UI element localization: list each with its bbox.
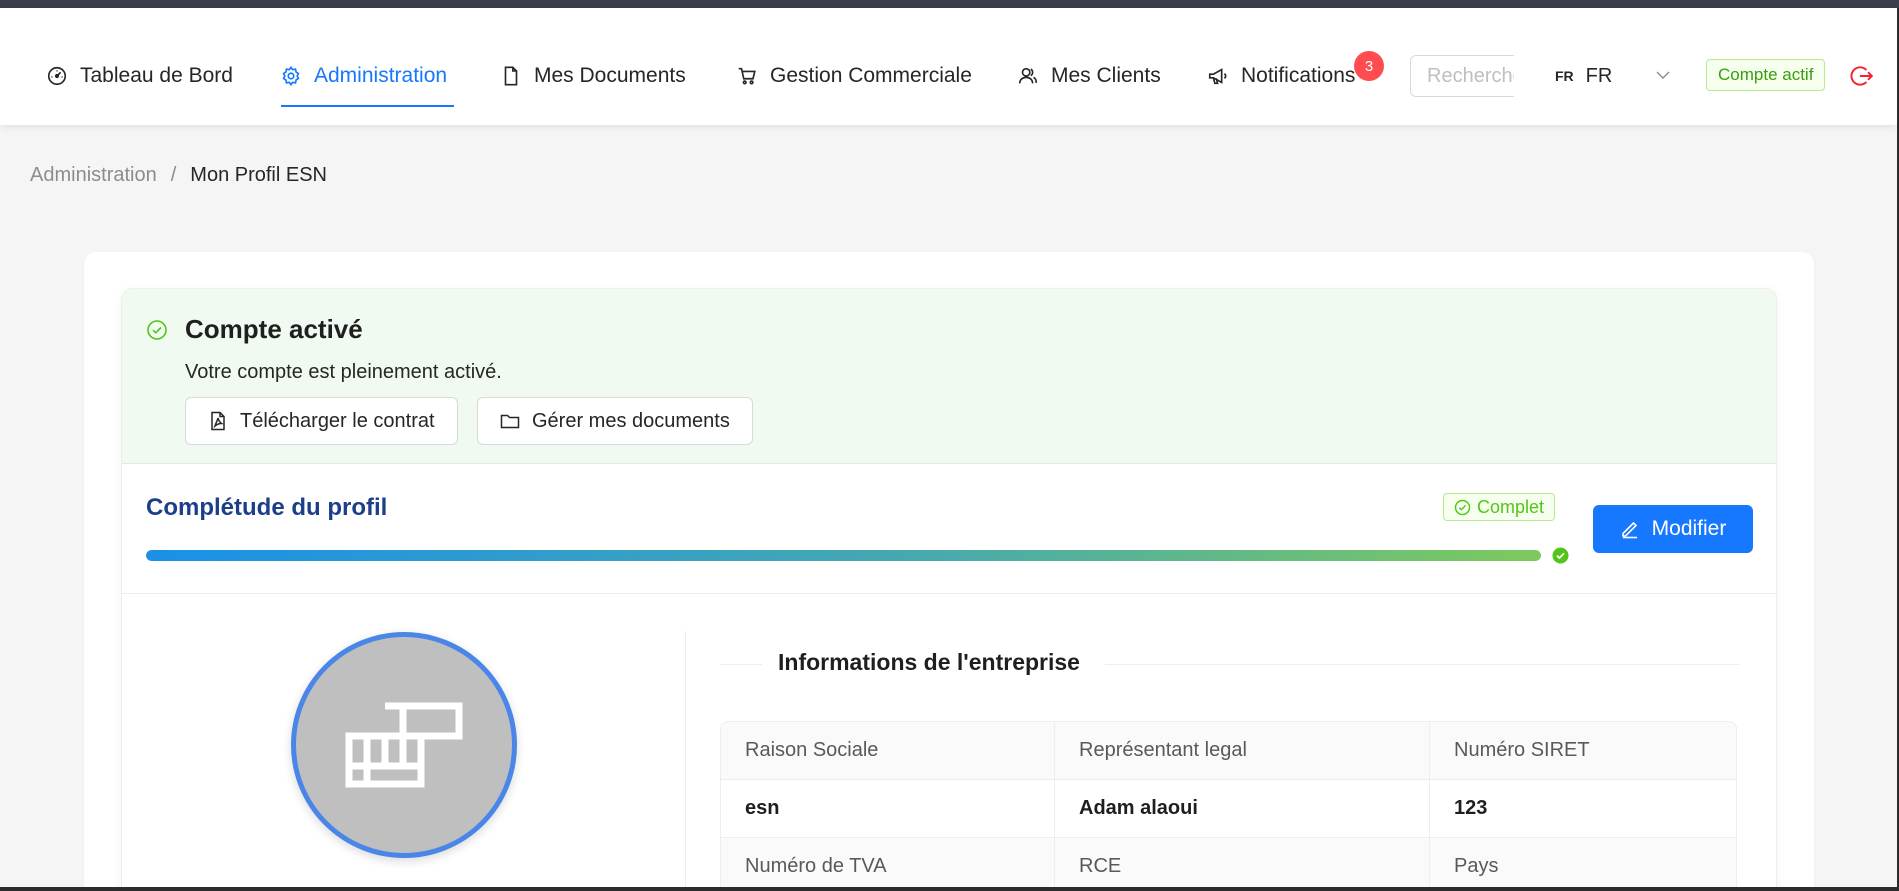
download-contract-button[interactable]: Télécharger le contrat <box>185 397 458 445</box>
profile-progress-bar <box>146 550 1541 561</box>
check-circle-icon <box>1454 499 1471 515</box>
table-value-cell: Adam alaoui <box>1055 780 1430 837</box>
profile-completion-section: Complétude du profil Complet <box>122 464 1776 594</box>
edit-profile-label: Modifier <box>1651 517 1727 540</box>
profile-complete-badge: Complet <box>1443 493 1556 521</box>
language-code: FR <box>1555 68 1574 84</box>
account-status-badge: Compte actif <box>1706 59 1826 91</box>
nav-item-commercial[interactable]: Gestion Commerciale <box>736 58 972 94</box>
manage-documents-button[interactable]: Gérer mes documents <box>477 397 753 445</box>
folder-icon <box>500 414 520 429</box>
nav-item-label: Administration <box>314 64 448 87</box>
profile-completion-title: Complétude du profil <box>146 494 388 521</box>
edit-profile-button[interactable]: Modifier <box>1593 505 1753 553</box>
table-header-cell: RCE <box>1055 838 1430 891</box>
divider-line <box>720 664 762 665</box>
company-info-table: Raison Sociale Représentant legal Numéro… <box>720 721 1737 891</box>
table-header-row: Numéro de TVA RCE Pays <box>721 838 1736 891</box>
vertical-divider <box>685 631 686 891</box>
company-info-header: Informations de l'entreprise <box>720 649 1740 679</box>
dashboard-icon <box>47 66 67 86</box>
breadcrumb: Administration / Mon Profil ESN <box>30 164 327 187</box>
nav-item-notifications[interactable]: Notifications <box>1207 58 1355 94</box>
company-info-title: Informations de l'entreprise <box>778 649 1080 675</box>
active-tab-indicator <box>281 105 454 107</box>
nav-item-documents[interactable]: Mes Documents <box>500 58 686 94</box>
company-logo-avatar[interactable] <box>291 632 517 858</box>
nav-item-administration[interactable]: Administration <box>280 58 447 94</box>
table-header-cell: Raison Sociale <box>721 722 1055 779</box>
alert-description: Votre compte est pleinement activé. <box>185 361 502 383</box>
table-value-cell: esn <box>721 780 1055 837</box>
table-header-cell: Numéro SIRET <box>1454 739 1590 761</box>
table-header-cell: Représentant legal <box>1055 722 1430 779</box>
breadcrumb-current: Mon Profil ESN <box>190 164 327 186</box>
logout-icon[interactable] <box>1848 63 1874 89</box>
top-navbar: Tableau de Bord Administration Mes Docum… <box>0 8 1897 125</box>
profile-card: Compte activé Votre compte est pleinemen… <box>121 288 1777 891</box>
nav-item-clients[interactable]: Mes Clients <box>1017 58 1161 94</box>
megaphone-icon <box>1208 68 1227 85</box>
nav-item-label: Tableau de Bord <box>80 64 233 87</box>
window-top-bar <box>0 0 1899 8</box>
account-activated-alert: Compte activé Votre compte est pleinemen… <box>122 289 1776 464</box>
nav-item-label: Mes Documents <box>534 64 686 87</box>
placeholder-logo-icon <box>345 702 463 788</box>
profile-progress-fill <box>146 550 1541 561</box>
chevron-down-icon[interactable] <box>1654 66 1672 84</box>
nav-item-label: Gestion Commerciale <box>770 64 972 87</box>
window-bottom-edge <box>0 887 1899 891</box>
table-value-row: esn Adam alaoui 123 <box>721 780 1736 838</box>
search-input[interactable]: Rechercher <box>1410 55 1514 97</box>
divider-line <box>1105 664 1740 665</box>
table-header-row: Raison Sociale Représentant legal Numéro… <box>721 722 1736 780</box>
table-header-cell: Numéro de TVA <box>721 838 1055 891</box>
file-icon <box>504 66 518 86</box>
gear-icon <box>282 65 300 87</box>
download-contract-label: Télécharger le contrat <box>240 409 435 432</box>
manage-documents-label: Gérer mes documents <box>532 409 730 432</box>
nav-item-label: Notifications <box>1241 64 1356 87</box>
edit-icon <box>1621 521 1637 539</box>
users-icon <box>1018 67 1038 84</box>
table-value-cell: 123 <box>1454 797 1488 819</box>
nav-item-dashboard[interactable]: Tableau de Bord <box>46 58 233 94</box>
nav-item-label: Mes Clients <box>1051 64 1161 87</box>
table-header-cell: Pays <box>1454 855 1499 877</box>
alert-title: Compte activé <box>185 314 363 344</box>
pdf-file-icon <box>211 411 225 431</box>
notification-count-badge: 3 <box>1354 51 1384 81</box>
breadcrumb-parent-link[interactable]: Administration <box>30 164 157 187</box>
language-label: FR <box>1585 64 1613 87</box>
cart-icon <box>738 67 756 85</box>
language-selector[interactable]: FR FR <box>1555 60 1612 92</box>
check-circle-icon <box>147 320 167 340</box>
profile-complete-label: Complet <box>1477 496 1545 517</box>
breadcrumb-separator: / <box>170 164 177 186</box>
progress-check-icon <box>1552 547 1569 564</box>
